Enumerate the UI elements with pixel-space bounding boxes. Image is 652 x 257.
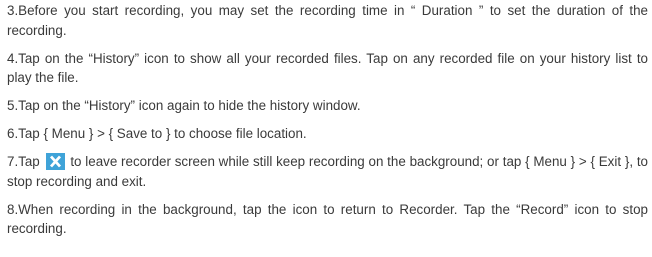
step-8-paragraph: 8.When recording in the background, tap …: [7, 201, 648, 237]
manual-page: 3.Before you start recording, you may se…: [0, 0, 652, 239]
step-7-text-start: 7.Tap: [7, 154, 44, 169]
step-7-text-end: to leave recorder screen while still kee…: [7, 154, 648, 189]
step-5-paragraph: 5.Tap on the “History” icon again to hid…: [7, 98, 361, 113]
step-7-paragraph: 7.Tap to leave recorder screen while sti…: [7, 152, 648, 191]
step-4-paragraph: 4.Tap on the “History” icon to show all …: [7, 50, 648, 86]
step-6-paragraph: 6.Tap { Menu } > { Save to } to choose f…: [7, 126, 307, 141]
step-3-paragraph: 3.Before you start recording, you may se…: [7, 3, 648, 38]
close-icon: [45, 153, 65, 170]
